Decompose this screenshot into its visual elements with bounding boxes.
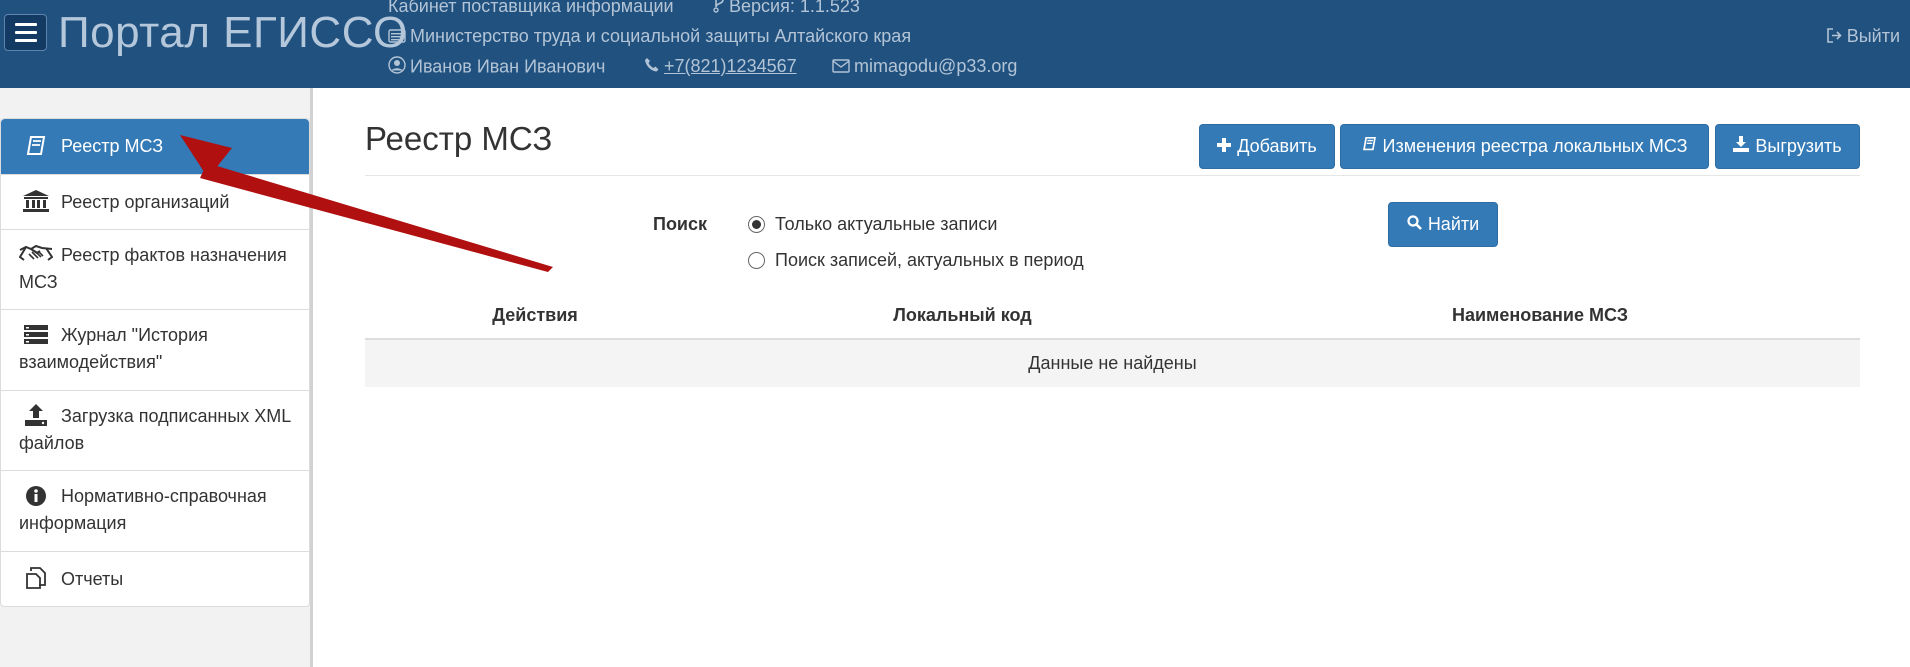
phone-link[interactable]: +7(821)1234567 [664,56,797,76]
search-label: Поиск [653,214,708,234]
find-button-label: Найти [1427,214,1480,234]
table-empty-row: Данные не найдены [365,340,1860,387]
book-icon [19,135,53,159]
user-circle-icon [388,56,406,79]
sign-out-icon [1826,27,1843,48]
branch-icon [713,0,725,18]
version-label: Версия: 1.1.523 [713,0,860,18]
export-button[interactable]: Выгрузить [1715,124,1860,169]
sidebar-item-registry-msz[interactable]: Реестр МСЗ [1,119,309,175]
logout-label: Выйти [1846,26,1900,46]
sidebar-item-interaction-log[interactable]: Журнал "История взаимодействия" [1,310,309,391]
envelope-icon [832,57,850,78]
user-name: Иванов Иван Иванович [410,56,606,77]
sidebar-item-xml-upload[interactable]: Загрузка подписанных XML файлов [1,391,309,471]
column-header-actions[interactable]: Действия [490,305,580,326]
user-label: Иванов Иван Иванович [388,56,605,79]
page-title: Реестр МСЗ [365,120,553,157]
menu-bar [14,23,37,26]
menu-bar [14,39,37,42]
info-icon [19,485,53,509]
search-icon [1407,214,1422,235]
phone-label: +7(821)1234567 [644,56,797,78]
local-changes-button[interactable]: Изменения реестра локальных МСЗ [1340,124,1709,169]
sidebar-nav: Реестр МСЗ Реестр организаций Реестр фак… [0,118,310,607]
sidebar-item-label: Реестр организаций [61,192,230,212]
sidebar-item-label: Реестр МСЗ [61,136,164,156]
radio-button-checked[interactable] [748,216,765,233]
phone-icon [644,57,660,78]
add-button[interactable]: Добавить [1199,124,1335,169]
download-icon [1733,136,1750,157]
list-icon [19,324,53,348]
menu-bar [14,31,37,34]
sidebar-item-label: Реестр фактов назначения МСЗ [19,245,287,292]
sidebar-item-label: Загрузка подписанных XML файлов [19,406,291,453]
version-text: Версия: 1.1.523 [729,0,860,16]
title-divider [365,175,1860,176]
export-button-label: Выгрузить [1755,136,1842,156]
ministry-label: Министерство труда и социальной защиты А… [388,26,911,48]
radio-current-records[interactable]: Только актуальные записи [748,214,997,235]
cabinet-text: Кабинет поставщика информации [388,0,674,16]
column-header-msz-name[interactable]: Наименование МСЗ [1440,305,1640,326]
cabinet-label: Кабинет поставщика информации [388,0,674,17]
copy-icon [19,566,53,590]
sidebar: Реестр МСЗ Реестр организаций Реестр фак… [0,88,313,667]
sidebar-item-reports[interactable]: Отчеты [1,552,309,606]
radio-button-unchecked[interactable] [748,252,765,269]
radio-period-records[interactable]: Поиск записей, актуальных в период [748,250,1084,271]
hamburger-menu-button[interactable] [4,14,47,51]
sidebar-item-registry-facts[interactable]: Реестр фактов назначения МСЗ [1,230,309,310]
radio-label-current: Только актуальные записи [775,214,998,234]
logout-button[interactable]: Выйти [1826,26,1900,48]
sidebar-item-reference-info[interactable]: Нормативно-справочная информация [1,471,309,552]
institution-icon [19,189,53,213]
email-label: mimagodu@p33.org [832,56,1017,78]
ministry-text: Министерство труда и социальной защиты А… [410,26,912,46]
add-button-label: Добавить [1237,136,1317,156]
find-button[interactable]: Найти [1388,202,1498,247]
handshake-icon [18,244,54,268]
sidebar-item-label: Нормативно-справочная информация [19,486,267,533]
id-card-icon [388,27,406,48]
sidebar-item-registry-organizations[interactable]: Реестр организаций [1,175,309,230]
top-header: Портал ЕГИССО Кабинет поставщика информа… [0,0,1910,88]
empty-message: Данные не найдены [1028,353,1197,373]
portal-title: Портал ЕГИССО [58,8,408,57]
sidebar-item-label: Отчеты [61,569,124,589]
email-text: mimagodu@p33.org [854,56,1018,76]
book-icon [1362,136,1377,157]
plus-icon [1217,136,1232,157]
upload-icon [19,403,53,427]
local-changes-button-label: Изменения реестра локальных МСЗ [1382,136,1688,156]
radio-label-period: Поиск записей, актуальных в период [775,250,1084,270]
column-header-local-code[interactable]: Локальный код [880,305,1045,326]
